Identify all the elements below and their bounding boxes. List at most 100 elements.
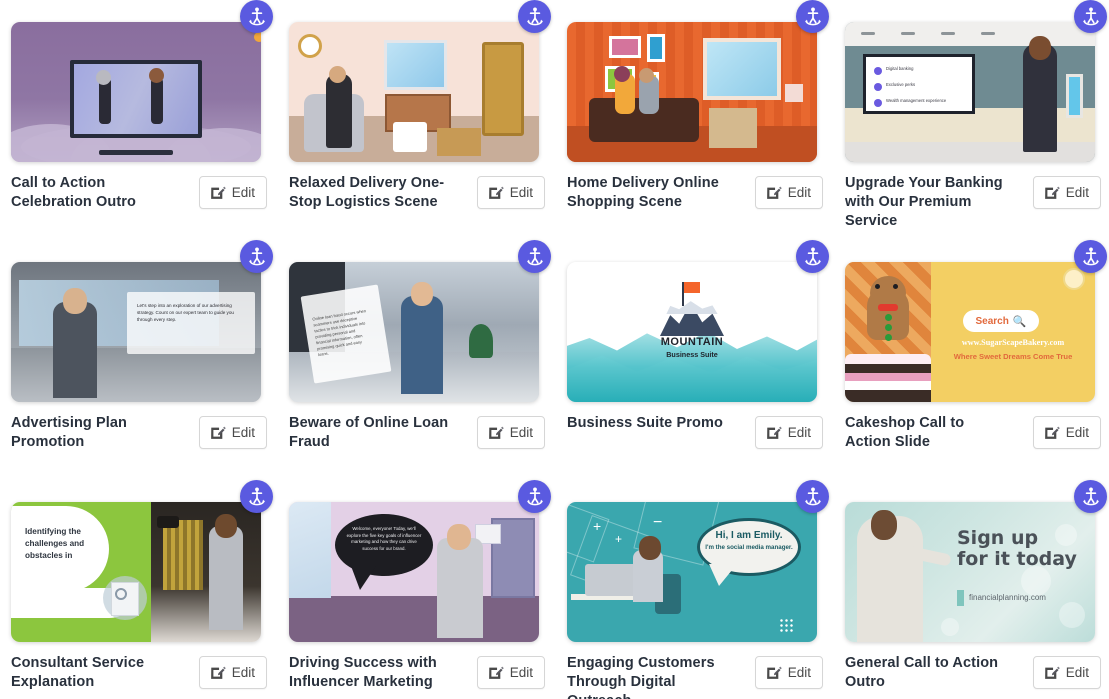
edit-button-label: Edit	[788, 185, 811, 200]
template-title: Consultant Service Explanation	[11, 654, 171, 692]
template-card[interactable]: Welcome, everyone! Today, we'll explore …	[278, 480, 556, 699]
template-thumbnail[interactable]: Let's step into an exploration of our ad…	[11, 262, 261, 402]
template-card[interactable]: ++−−Hi, I am Emily.I'm the social media …	[556, 480, 834, 699]
pencil-square-icon	[487, 184, 504, 201]
accessibility-badge-icon[interactable]	[240, 480, 273, 513]
template-card[interactable]: Let's step into an exploration of our ad…	[0, 240, 278, 480]
card-meta: Beware of Online Loan Fraud Edit	[289, 414, 545, 452]
accessibility-badge-icon[interactable]	[518, 240, 551, 273]
pencil-square-icon	[209, 664, 226, 681]
template-thumbnail[interactable]: MOUNTAINBusiness Suite	[567, 262, 817, 402]
edit-button[interactable]: Edit	[1033, 416, 1101, 449]
template-title: Cakeshop Call to Action Slide	[845, 414, 1005, 452]
edit-button[interactable]: Edit	[199, 176, 267, 209]
edit-button-label: Edit	[232, 665, 255, 680]
template-thumbnail[interactable]: Search🔍www.SugarScapeBakery.comWhere Swe…	[845, 262, 1095, 402]
thumbnail-wrapper: Let's step into an exploration of our ad…	[11, 262, 261, 402]
card-meta: Driving Success with Influencer Marketin…	[289, 654, 545, 692]
template-card[interactable]: Identifying the challenges and obstacles…	[0, 480, 278, 699]
template-grid: Call to Action Celebration OutroEdit Rela…	[0, 0, 1109, 699]
thumbnail-wrapper	[289, 22, 539, 162]
template-title: General Call to Action Outro	[845, 654, 1005, 692]
accessibility-badge-icon[interactable]	[240, 240, 273, 273]
card-meta: Call to Action Celebration OutroEdit	[11, 174, 267, 212]
accessibility-badge-icon[interactable]	[796, 240, 829, 273]
thumbnail-wrapper: Welcome, everyone! Today, we'll explore …	[289, 502, 539, 642]
template-thumbnail[interactable]: Welcome, everyone! Today, we'll explore …	[289, 502, 539, 642]
edit-button-label: Edit	[510, 665, 533, 680]
template-title: Beware of Online Loan Fraud	[289, 414, 449, 452]
edit-button-label: Edit	[510, 425, 533, 440]
template-card[interactable]: Search🔍www.SugarScapeBakery.comWhere Swe…	[834, 240, 1109, 480]
template-thumbnail[interactable]: Sign upfor it todayfinancialplanning.com	[845, 502, 1095, 642]
template-card[interactable]: Online loan fraud occurs when scammers u…	[278, 240, 556, 480]
pencil-square-icon	[1043, 184, 1060, 201]
thumbnail-wrapper: MOUNTAINBusiness Suite	[567, 262, 817, 402]
edit-button-label: Edit	[1066, 665, 1089, 680]
template-card[interactable]: Sign upfor it todayfinancialplanning.com…	[834, 480, 1109, 699]
template-title: Business Suite Promo	[567, 414, 723, 433]
template-title: Engaging Customers Through Digital Outre…	[567, 654, 727, 699]
edit-button[interactable]: Edit	[477, 656, 545, 689]
thumbnail-wrapper: Digital bankingExclusive perksWealth man…	[845, 22, 1095, 162]
accessibility-badge-icon[interactable]	[1074, 240, 1107, 273]
template-card[interactable]: Relaxed Delivery One-Stop Logistics Scen…	[278, 0, 556, 240]
pencil-square-icon	[209, 424, 226, 441]
pencil-square-icon	[765, 184, 782, 201]
template-card[interactable]: Digital bankingExclusive perksWealth man…	[834, 0, 1109, 240]
template-title: Relaxed Delivery One-Stop Logistics Scen…	[289, 174, 449, 212]
edit-button[interactable]: Edit	[477, 176, 545, 209]
card-meta: Upgrade Your Banking with Our Premium Se…	[845, 174, 1101, 231]
pencil-square-icon	[487, 424, 504, 441]
edit-button-label: Edit	[510, 185, 533, 200]
template-thumbnail[interactable]: Digital bankingExclusive perksWealth man…	[845, 22, 1095, 162]
edit-button-label: Edit	[788, 425, 811, 440]
edit-button[interactable]: Edit	[1033, 176, 1101, 209]
thumbnail-wrapper: Search🔍www.SugarScapeBakery.comWhere Swe…	[845, 262, 1095, 402]
pencil-square-icon	[765, 664, 782, 681]
accessibility-badge-icon[interactable]	[796, 0, 829, 33]
pencil-square-icon	[487, 664, 504, 681]
accessibility-badge-icon[interactable]	[796, 480, 829, 513]
template-thumbnail[interactable]: Identifying the challenges and obstacles…	[11, 502, 261, 642]
template-title: Upgrade Your Banking with Our Premium Se…	[845, 174, 1005, 231]
template-title: Driving Success with Influencer Marketin…	[289, 654, 449, 692]
card-meta: Engaging Customers Through Digital Outre…	[567, 654, 823, 699]
edit-button[interactable]: Edit	[477, 416, 545, 449]
edit-button-label: Edit	[232, 185, 255, 200]
card-meta: Business Suite Promo Edit	[567, 414, 823, 449]
edit-button[interactable]: Edit	[755, 416, 823, 449]
edit-button[interactable]: Edit	[199, 416, 267, 449]
accessibility-badge-icon[interactable]	[1074, 0, 1107, 33]
thumbnail-wrapper: ++−−Hi, I am Emily.I'm the social media …	[567, 502, 817, 642]
template-card[interactable]: MOUNTAINBusiness Suite Business Suite Pro…	[556, 240, 834, 480]
edit-button[interactable]: Edit	[1033, 656, 1101, 689]
thumbnail-wrapper: Sign upfor it todayfinancialplanning.com	[845, 502, 1095, 642]
pencil-square-icon	[1043, 424, 1060, 441]
card-meta: Relaxed Delivery One-Stop Logistics Scen…	[289, 174, 545, 212]
edit-button-label: Edit	[232, 425, 255, 440]
accessibility-badge-icon[interactable]	[1074, 480, 1107, 513]
edit-button[interactable]: Edit	[199, 656, 267, 689]
accessibility-badge-icon[interactable]	[518, 0, 551, 33]
template-card[interactable]: Home Delivery Online Shopping Scene Edit	[556, 0, 834, 240]
card-meta: Cakeshop Call to Action Slide Edit	[845, 414, 1101, 452]
template-thumbnail[interactable]: ++−−Hi, I am Emily.I'm the social media …	[567, 502, 817, 642]
edit-button[interactable]: Edit	[755, 176, 823, 209]
template-thumbnail[interactable]: Online loan fraud occurs when scammers u…	[289, 262, 539, 402]
card-meta: General Call to Action Outro Edit	[845, 654, 1101, 692]
template-thumbnail[interactable]	[567, 22, 817, 162]
template-thumbnail[interactable]	[289, 22, 539, 162]
template-thumbnail[interactable]	[11, 22, 261, 162]
accessibility-badge-icon[interactable]	[518, 480, 551, 513]
template-title: Advertising Plan Promotion	[11, 414, 171, 452]
card-meta: Advertising Plan Promotion Edit	[11, 414, 267, 452]
template-title: Home Delivery Online Shopping Scene	[567, 174, 727, 212]
accessibility-badge-icon[interactable]	[240, 0, 273, 33]
template-card[interactable]: Call to Action Celebration OutroEdit	[0, 0, 278, 240]
card-meta: Consultant Service Explanation Edit	[11, 654, 267, 692]
card-meta: Home Delivery Online Shopping Scene Edit	[567, 174, 823, 212]
pencil-square-icon	[1043, 664, 1060, 681]
edit-button-label: Edit	[788, 665, 811, 680]
edit-button[interactable]: Edit	[755, 656, 823, 689]
